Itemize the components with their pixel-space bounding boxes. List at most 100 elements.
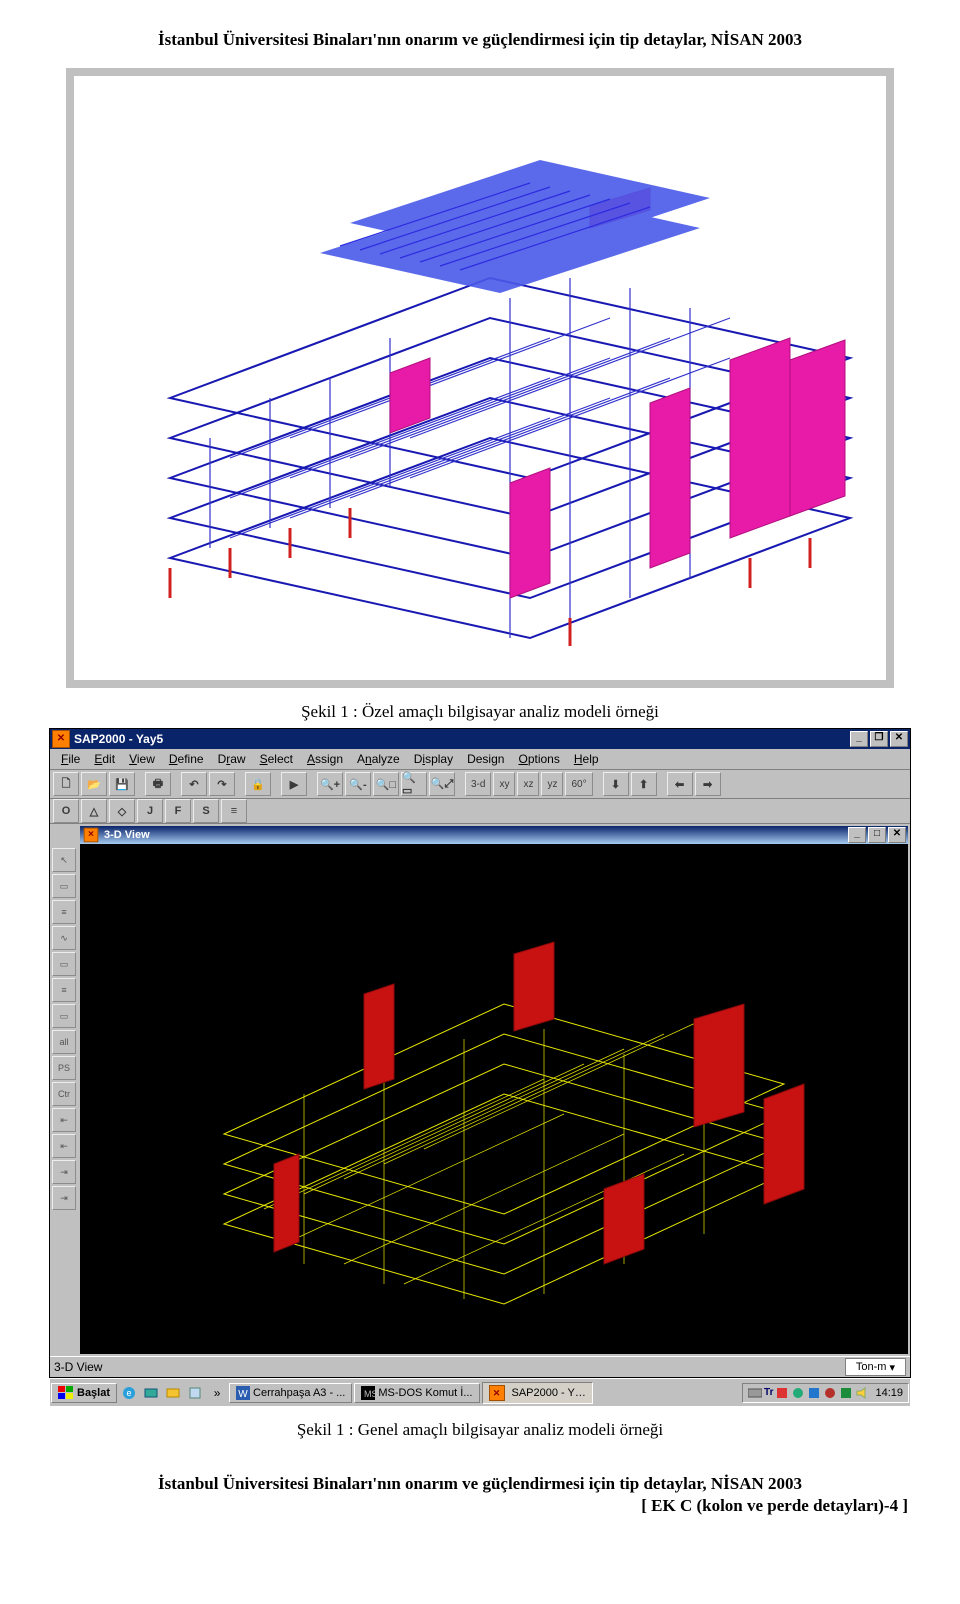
taskbar-item-label: Cerrahpaşa A3 - ... <box>253 1387 345 1399</box>
tb2-triangle-icon[interactable]: △ <box>81 799 107 823</box>
ql-app1-icon[interactable] <box>185 1383 205 1403</box>
page-number-label: [ EK C (kolon ve perde detayları)-4 ] <box>48 1496 912 1516</box>
toolbar-new-icon[interactable]: 🗋 <box>53 772 79 796</box>
menu-draw[interactable]: Draw <box>211 752 253 766</box>
sap-app-icon: ✕ <box>52 730 70 748</box>
dos-icon: MS <box>361 1386 375 1400</box>
toolbar-xz-button[interactable]: xz <box>517 772 539 796</box>
tray-icon-2[interactable] <box>791 1386 805 1400</box>
side-ps-button[interactable]: PS <box>52 1056 76 1080</box>
view-close-button[interactable]: ✕ <box>888 827 906 843</box>
toolbar-rot-button[interactable]: 60° <box>565 772 592 796</box>
menu-edit[interactable]: Edit <box>87 752 122 766</box>
toolbar-run-icon[interactable]: ▶ <box>281 772 307 796</box>
side-all-button[interactable]: all <box>52 1030 76 1054</box>
sap-menubar: File Edit View Define Draw Select Assign… <box>50 749 910 770</box>
toolbar-xy-button[interactable]: xy <box>493 772 515 796</box>
taskbar-item-sap[interactable]: ✕ SAP2000 - Y… <box>482 1382 593 1404</box>
side-btn-4[interactable]: ∿ <box>52 926 76 950</box>
ql-ie-icon[interactable]: e <box>119 1383 139 1403</box>
tb2-j-button[interactable]: J <box>137 799 163 823</box>
toolbar-up-button[interactable]: ⬆ <box>631 772 657 796</box>
side-btn-3[interactable]: ≡ <box>52 900 76 924</box>
toolbar-open-icon[interactable]: 📂 <box>81 772 107 796</box>
tray-lang-indicator[interactable]: Tr <box>764 1387 773 1398</box>
side-select-icon[interactable]: ▭ <box>52 874 76 898</box>
toolbar-redo-icon[interactable]: ↷ <box>209 772 235 796</box>
tray-icon-4[interactable] <box>823 1386 837 1400</box>
menu-view[interactable]: View <box>122 752 162 766</box>
menu-analyze[interactable]: Analyze <box>350 752 407 766</box>
tray-icon-3[interactable] <box>807 1386 821 1400</box>
svg-text:W: W <box>238 1389 248 1400</box>
side-snap4-icon[interactable]: ⇥ <box>52 1186 76 1210</box>
sap-statusbar: 3-D View Ton-m ▾ <box>50 1356 910 1377</box>
page-footer: İstanbul Üniversitesi Binaları'nın onarı… <box>48 1474 912 1494</box>
toolbar-3d-button[interactable]: 3-d <box>465 772 491 796</box>
windows-logo-icon <box>58 1386 74 1400</box>
menu-design[interactable]: Design <box>460 752 511 766</box>
figure1-caption: Şekil 1 : Özel amaçlı bilgisayar analiz … <box>48 702 912 722</box>
side-snap2-icon[interactable]: ⇤ <box>52 1134 76 1158</box>
minimize-button[interactable]: _ <box>850 731 868 747</box>
tray-volume-icon[interactable] <box>855 1386 869 1400</box>
sap-titlebar: ✕ SAP2000 - Yay5 _ ❐ ✕ <box>50 729 910 749</box>
tb2-f-button[interactable]: F <box>165 799 191 823</box>
toolbar-undo-icon[interactable]: ↶ <box>181 772 207 796</box>
tb2-circle-icon[interactable]: O <box>53 799 79 823</box>
start-label: Başlat <box>77 1387 110 1399</box>
toolbar-right-button[interactable]: ➡ <box>695 772 721 796</box>
tb2-lines-icon[interactable]: ≡ <box>221 799 247 823</box>
side-snap3-icon[interactable]: ⇥ <box>52 1160 76 1184</box>
taskbar-item-word[interactable]: W Cerrahpaşa A3 - ... <box>229 1383 352 1403</box>
sap-sidebar: ↖ ▭ ≡ ∿ ▭ ≡ ▭ all PS Ctr ⇤ ⇤ ⇥ ⇥ <box>50 824 78 1356</box>
sap-toolbar-2: O △ ◇ J F S ≡ <box>50 799 910 824</box>
ql-outlook-icon[interactable] <box>163 1383 183 1403</box>
figure1-isometric-model <box>90 98 870 658</box>
menu-define[interactable]: Define <box>162 752 211 766</box>
menu-select[interactable]: Select <box>253 752 300 766</box>
menu-help[interactable]: Help <box>567 752 606 766</box>
page-header: İstanbul Üniversitesi Binaları'nın onarı… <box>48 30 912 50</box>
menu-options[interactable]: Options <box>511 752 566 766</box>
close-button[interactable]: ✕ <box>890 731 908 747</box>
tray-icon-1[interactable] <box>775 1386 789 1400</box>
tb2-diamond-icon[interactable]: ◇ <box>109 799 135 823</box>
sap-app-title: SAP2000 - Yay5 <box>74 732 848 746</box>
start-button[interactable]: Başlat <box>51 1383 117 1403</box>
toolbar-zoom-out-icon[interactable]: 🔍- <box>345 772 371 796</box>
tb2-s-button[interactable]: S <box>193 799 219 823</box>
menu-assign[interactable]: Assign <box>300 752 350 766</box>
toolbar-down-button[interactable]: ⬇ <box>603 772 629 796</box>
restore-button[interactable]: ❐ <box>870 731 888 747</box>
menu-display[interactable]: Display <box>407 752 460 766</box>
side-btn-5[interactable]: ▭ <box>52 952 76 976</box>
side-btn-6[interactable]: ≡ <box>52 978 76 1002</box>
tray-icon-5[interactable] <box>839 1386 853 1400</box>
ql-desktop-icon[interactable] <box>141 1383 161 1403</box>
view-minimize-button[interactable]: _ <box>848 827 866 843</box>
sap2000-window: ✕ SAP2000 - Yay5 _ ❐ ✕ File Edit View De… <box>49 728 911 1378</box>
toolbar-save-icon[interactable]: 💾 <box>109 772 135 796</box>
taskbar-item-label: MS-DOS Komut İ... <box>378 1387 472 1399</box>
toolbar-zoom-sel-icon[interactable]: 🔍□ <box>373 772 399 796</box>
side-pointer-icon[interactable]: ↖ <box>52 848 76 872</box>
figure1-frame <box>66 68 894 688</box>
side-ctr-button[interactable]: Ctr <box>52 1082 76 1106</box>
toolbar-left-button[interactable]: ⬅ <box>667 772 693 796</box>
taskbar-item-dos[interactable]: MS MS-DOS Komut İ... <box>354 1383 479 1403</box>
toolbar-zoom-in-icon[interactable]: 🔍+ <box>317 772 343 796</box>
sap-3d-canvas[interactable] <box>80 844 908 1354</box>
menu-file[interactable]: File <box>54 752 87 766</box>
view-maximize-button[interactable]: □ <box>868 827 886 843</box>
toolbar-yz-button[interactable]: yz <box>541 772 563 796</box>
ql-chevron-icon[interactable]: » <box>207 1383 227 1403</box>
toolbar-print-icon[interactable]: 🖶 <box>145 772 171 796</box>
tray-keyboard-icon[interactable] <box>748 1386 762 1400</box>
toolbar-lock-icon[interactable]: 🔒 <box>245 772 271 796</box>
toolbar-zoom-all-icon[interactable]: 🔍⤢ <box>429 772 455 796</box>
status-units-selector[interactable]: Ton-m ▾ <box>845 1358 906 1376</box>
toolbar-zoom-win-icon[interactable]: 🔍▭ <box>401 772 427 796</box>
side-snap1-icon[interactable]: ⇤ <box>52 1108 76 1132</box>
side-btn-7[interactable]: ▭ <box>52 1004 76 1028</box>
